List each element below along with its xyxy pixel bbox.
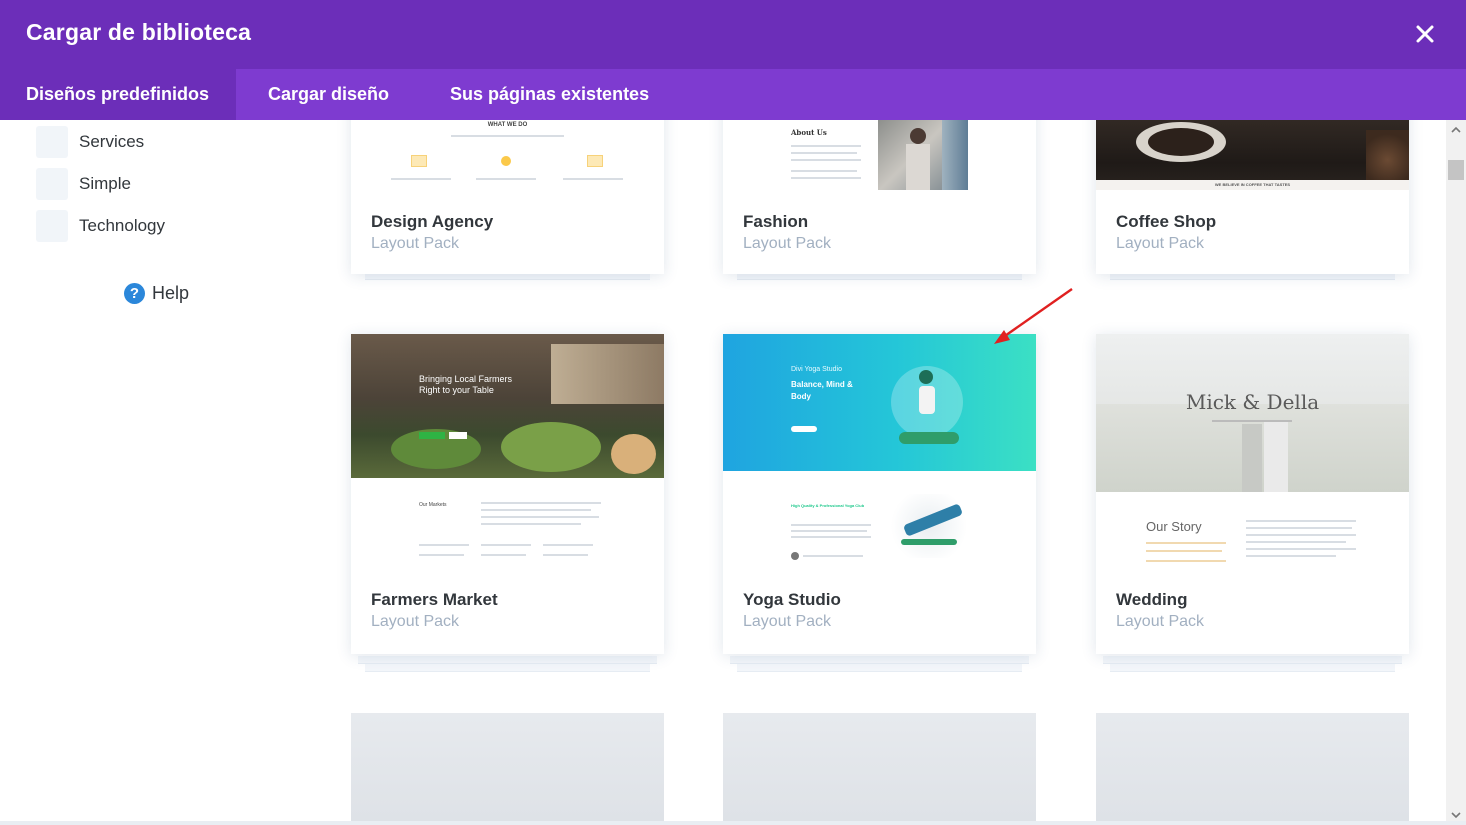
layout-name: Fashion — [743, 212, 809, 231]
layout-card-wedding[interactable]: Mick & Della Our Story Wedding Layout Pa… — [1096, 334, 1409, 674]
coffee-photo: WE BELIEVE IN COFFEE THAT TASTES — [1096, 120, 1409, 190]
category-sidebar: Services Simple Technology ? Help — [0, 120, 320, 825]
layout-thumbnail: About Us — [723, 120, 1036, 190]
layout-thumbnail: Mick & Della Our Story — [1096, 334, 1409, 574]
load-library-modal: Cargar de biblioteca Diseños predefinido… — [0, 0, 1466, 825]
layout-card-yoga-studio[interactable]: Divi Yoga Studio Balance, Mind & Body Hi… — [723, 334, 1036, 674]
thumb-kicker: Divi Yoga Studio — [791, 366, 842, 373]
category-technology[interactable]: Technology — [36, 210, 165, 242]
yoga-hero: Divi Yoga Studio Balance, Mind & Body — [723, 334, 1036, 471]
category-label: Simple — [79, 174, 131, 193]
category-services[interactable]: Services — [36, 126, 144, 158]
category-label: Technology — [79, 216, 166, 235]
fashion-photo — [878, 120, 968, 190]
layout-pack-label: Layout Pack — [371, 613, 460, 630]
layout-thumbnail: Divi Yoga Studio Balance, Mind & Body Hi… — [723, 334, 1036, 574]
thumb-section-title: High Quality & Professional Yoga Club — [791, 503, 865, 508]
thumb-headline: Balance, Mind & Body — [791, 380, 853, 401]
layout-pack-label: Layout Pack — [743, 613, 832, 630]
category-checkbox[interactable] — [36, 126, 68, 158]
market-hero-photo: Bringing Local Farmers Right to your Tab… — [351, 334, 664, 478]
category-checkbox[interactable] — [36, 210, 68, 242]
layout-pack-label: Layout Pack — [743, 235, 832, 252]
layout-thumbnail: WHAT WE DO — [351, 120, 664, 190]
layout-card-placeholder — [351, 713, 664, 825]
thumb-section-title: Our Markets — [419, 502, 447, 508]
annotation-arrow-icon — [994, 288, 1073, 344]
layout-thumbnail: WE BELIEVE IN COFFEE THAT TASTES — [1096, 120, 1409, 190]
tab-load-layout[interactable]: Cargar diseño — [242, 69, 415, 120]
scrollbar-thumb[interactable] — [1448, 160, 1464, 180]
layout-pack-label: Layout Pack — [1116, 613, 1205, 630]
scroll-up-button[interactable] — [1446, 120, 1466, 140]
layout-card-design-agency[interactable]: WHAT WE DO Design Agency Layout Pack — [351, 120, 664, 300]
thumb-heading: WHAT WE DO — [487, 122, 528, 128]
tab-existing-pages[interactable]: Sus páginas existentes — [424, 69, 675, 120]
thumb-headline: Bringing Local Farmers Right to your Tab… — [419, 374, 513, 395]
modal-footer-edge — [0, 821, 1466, 825]
close-button[interactable] — [1408, 17, 1442, 51]
thumb-headline: Mick & Della — [1185, 390, 1320, 414]
modal-header: Cargar de biblioteca — [0, 0, 1466, 69]
thumb-heading: About Us — [791, 128, 827, 137]
category-simple[interactable]: Simple — [36, 168, 131, 200]
layout-thumbnail: Bringing Local Farmers Right to your Tab… — [351, 334, 664, 574]
layout-card-farmers-market[interactable]: Bringing Local Farmers Right to your Tab… — [351, 334, 664, 674]
layout-name: Design Agency — [371, 212, 494, 231]
layout-card-placeholder — [723, 713, 1036, 825]
wedding-hero: Mick & Della — [1096, 334, 1409, 492]
modal-title: Cargar de biblioteca — [26, 19, 252, 45]
category-checkbox[interactable] — [36, 168, 68, 200]
chevron-up-icon — [1451, 126, 1461, 133]
question-circle-icon: ? — [124, 283, 145, 304]
layout-name: Yoga Studio — [743, 590, 841, 609]
close-icon — [1416, 25, 1434, 43]
layout-name: Wedding — [1116, 590, 1188, 609]
layout-card-placeholder — [1096, 713, 1409, 825]
layout-grid: WHAT WE DO Design Agency Layout Pack Abo… — [320, 120, 1446, 825]
layout-pack-label: Layout Pack — [371, 235, 460, 252]
layout-card-coffee-shop[interactable]: WE BELIEVE IN COFFEE THAT TASTES Coffee … — [1096, 120, 1409, 300]
layout-name: Coffee Shop — [1116, 212, 1217, 231]
help-link[interactable]: ? Help — [124, 283, 189, 304]
layout-card-fashion[interactable]: About Us Fashion Layout Pack — [723, 120, 1036, 300]
layout-pack-label: Layout Pack — [1116, 235, 1205, 252]
vertical-scrollbar[interactable] — [1446, 120, 1466, 825]
layout-name: Farmers Market — [371, 590, 498, 609]
category-label: Services — [79, 132, 145, 151]
tab-bar: Diseños predefinidos Cargar diseño Sus p… — [0, 69, 1466, 120]
thumb-section-title: Our Story — [1146, 519, 1202, 534]
thumb-caption: WE BELIEVE IN COFFEE THAT TASTES — [1214, 182, 1291, 187]
tab-predefined-layouts[interactable]: Diseños predefinidos — [0, 69, 236, 120]
help-label: Help — [152, 283, 190, 303]
